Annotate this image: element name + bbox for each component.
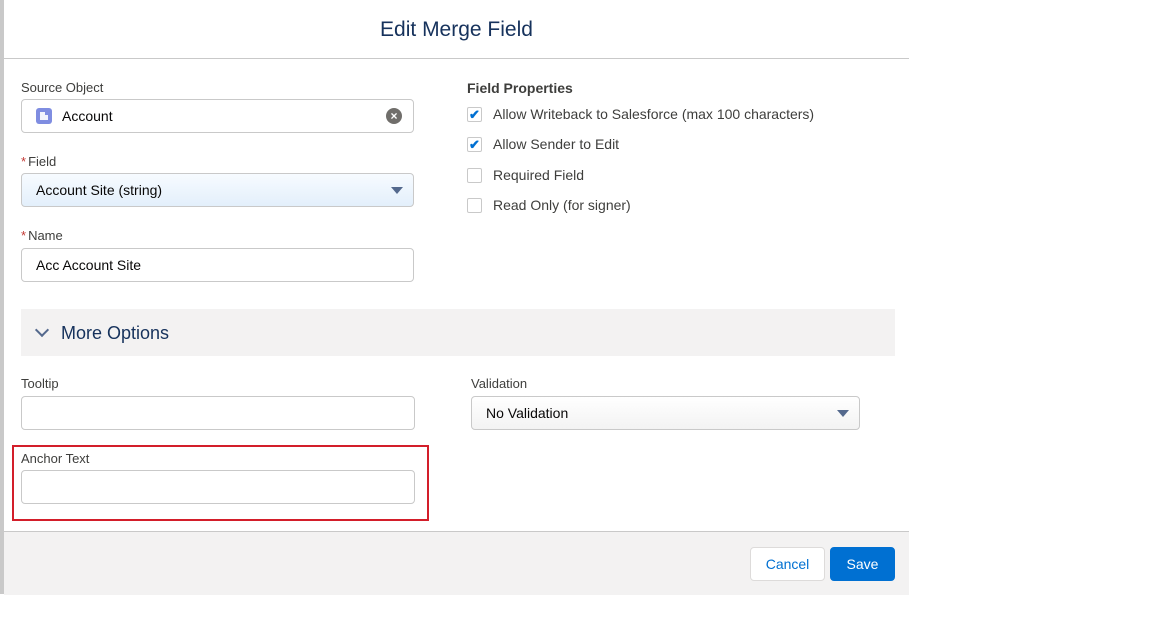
writeback-label: Allow Writeback to Salesforce (max 100 c… — [493, 106, 815, 122]
required-marker: * — [21, 154, 27, 169]
field-select[interactable]: Account Site (string) — [21, 173, 414, 207]
field-label-text: Field — [28, 154, 57, 169]
anchor-text-input[interactable] — [21, 470, 415, 504]
anchor-text-label: Anchor Text — [21, 451, 90, 466]
validation-select-value: No Validation — [486, 405, 569, 421]
chevron-down-icon — [837, 410, 849, 417]
read-only-checkbox[interactable] — [467, 198, 482, 213]
chevron-down-icon — [34, 322, 50, 338]
required-field-label: Required Field — [493, 167, 585, 183]
save-button[interactable]: Save — [830, 547, 895, 581]
account-object-icon — [36, 108, 52, 124]
required-marker: * — [21, 228, 27, 243]
edit-merge-field-modal: Edit Merge Field Source Object Account ×… — [4, 0, 909, 595]
source-object-label: Source Object — [21, 80, 104, 95]
read-only-label: Read Only (for signer) — [493, 197, 631, 213]
modal-header: Edit Merge Field — [4, 0, 909, 59]
source-object-lookup[interactable]: Account × — [21, 99, 414, 133]
field-properties-title: Field Properties — [467, 80, 573, 96]
sender-edit-label: Allow Sender to Edit — [493, 136, 620, 152]
source-object-value: Account — [62, 108, 113, 124]
chevron-down-icon — [391, 187, 403, 194]
name-label-text: Name — [28, 228, 63, 243]
cancel-button[interactable]: Cancel — [750, 547, 825, 581]
name-input[interactable]: Acc Account Site — [21, 248, 414, 282]
field-select-value: Account Site (string) — [36, 182, 163, 198]
validation-label: Validation — [471, 376, 528, 391]
tooltip-input[interactable] — [21, 396, 415, 430]
name-label: * Name — [21, 228, 63, 243]
sender-edit-checkbox[interactable]: ✔ — [467, 137, 482, 152]
name-input-value: Acc Account Site — [36, 257, 142, 273]
field-label: * Field — [21, 154, 56, 169]
clear-icon[interactable]: × — [386, 108, 402, 124]
modal-title: Edit Merge Field — [380, 18, 533, 41]
tooltip-label: Tooltip — [21, 376, 59, 391]
more-options-toggle[interactable]: More Options — [21, 309, 895, 356]
required-field-checkbox[interactable] — [467, 168, 482, 183]
writeback-checkbox[interactable]: ✔ — [467, 107, 482, 122]
more-options-label: More Options — [61, 323, 170, 343]
validation-select[interactable]: No Validation — [471, 396, 860, 430]
modal-footer: Cancel Save — [4, 531, 909, 595]
